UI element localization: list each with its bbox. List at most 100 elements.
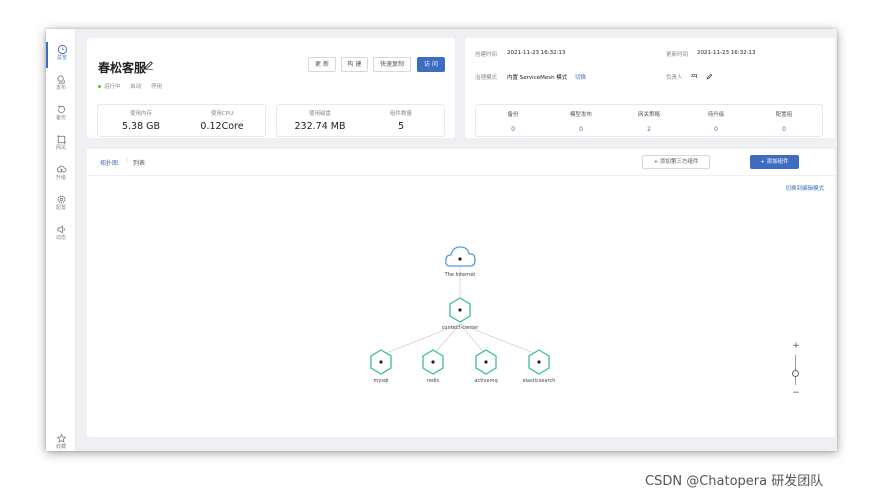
node-label: mysql — [374, 378, 389, 384]
status-running: 运行中 — [98, 84, 121, 90]
backup-icon — [57, 105, 65, 113]
publish-icon — [56, 75, 65, 84]
edit-owner-icon[interactable] — [706, 73, 713, 80]
sidebar-item-config[interactable]: 配置 — [46, 192, 76, 218]
stat-value: 5 — [397, 121, 405, 132]
stat-value: 0 — [511, 126, 515, 133]
stat-label: 使用CPU — [210, 111, 234, 117]
stat-value: 232.74 MB — [294, 121, 346, 132]
node-label: elasticsearch — [523, 378, 556, 384]
governance-switch-link[interactable]: 切换 — [575, 73, 586, 81]
status-dot — [98, 85, 101, 88]
dashboard-icon — [57, 44, 67, 55]
meta-stats: 备份 0 模型发布 0 网关策略 2 待升级 0 配置组 0 — [475, 104, 823, 137]
meta-stat-pending-upgrade[interactable]: 待升级 0 — [681, 110, 751, 133]
sidebar-item-label: 收藏 — [55, 444, 66, 450]
app-meta-card: 创建时间 2021-11-23 16:32:13 更新时间 2021-11-23… — [465, 38, 835, 138]
stat-value: 2 — [647, 126, 651, 133]
sidebar-item-publish[interactable]: 发布 — [46, 72, 76, 98]
node-contact-center[interactable]: contact-center — [442, 297, 480, 331]
topology-card: 拓扑图 / 列表 + 添加第三方组件 + 添加组件 切换到编辑模式 The In… — [87, 149, 835, 437]
meta-stat-gateway-policy[interactable]: 网关策略 2 — [614, 110, 684, 133]
node-elasticsearch[interactable]: elasticsearch — [523, 349, 556, 384]
created-time-label: 创建时间 — [475, 52, 498, 58]
node-label: contact-center — [442, 325, 480, 331]
config-icon — [57, 195, 65, 204]
sidebar-item-favorites[interactable]: 收藏 — [46, 431, 76, 451]
zoom-in-button[interactable]: + — [787, 341, 805, 351]
topology-graph: The Internet contact-center mysql redis — [370, 246, 556, 384]
app-summary-card: 春松客服 更 新 构 建 快速复制 访 问 运行中 启动 停用 使用内存 5.3… — [87, 38, 455, 138]
visit-button[interactable]: 访 问 — [417, 57, 445, 72]
sidebar-item-label: 备份 — [55, 115, 66, 121]
app-window: 总览 发布 备份 网关 升级 配置 动态 收藏 春松客服 更 新 构 建 快速复… — [46, 29, 837, 451]
edit-name-icon[interactable] — [144, 60, 154, 70]
governance-value: 内置 ServiceMesh 模式 — [507, 75, 568, 81]
sidebar-item-upgrade[interactable]: 升级 — [46, 162, 76, 188]
node-label: The Internet — [444, 272, 476, 278]
stat-label: 待升级 — [707, 112, 725, 118]
sidebar: 总览 发布 备份 网关 升级 配置 动态 收藏 — [46, 29, 76, 451]
node-dot — [458, 308, 462, 312]
stop-link[interactable]: 停用 — [151, 84, 162, 90]
owner-label: 负责人 — [666, 75, 683, 81]
stat-value: 0 — [714, 126, 718, 133]
sidebar-item-gateway[interactable]: 网关 — [46, 132, 76, 158]
sidebar-item-backup[interactable]: 备份 — [46, 102, 76, 128]
node-dot — [379, 360, 383, 364]
cloud-icon — [445, 246, 476, 267]
memory-stat: 使用内存 5.38 GB — [101, 109, 181, 132]
sidebar-item-overview[interactable]: 总览 — [46, 42, 76, 68]
stat-label: 备份 — [507, 112, 519, 118]
star-icon — [56, 433, 66, 443]
watermark: CSDN @Chatopera 研发团队 — [645, 474, 824, 489]
node-dot — [458, 257, 462, 261]
stat-value: 5.38 GB — [121, 121, 161, 132]
zoom-control: + − — [787, 341, 805, 401]
gateway-icon — [56, 135, 66, 144]
node-mysql[interactable]: mysql — [370, 349, 392, 384]
zoom-out-button[interactable]: − — [787, 388, 805, 398]
sidebar-item-activity[interactable]: 动态 — [46, 222, 76, 248]
sidebar-item-label: 发布 — [55, 85, 66, 91]
resource-stats-right: 使用磁盘 232.74 MB 组件数量 5 — [276, 104, 445, 137]
node-internet[interactable]: The Internet — [444, 246, 476, 278]
component-count-stat: 组件数量 5 — [361, 109, 441, 132]
build-button[interactable]: 构 建 — [341, 57, 368, 72]
status-row: 运行中 启动 停用 — [98, 82, 170, 90]
stat-label: 网关策略 — [637, 112, 660, 118]
meta-stat-config-group[interactable]: 配置组 0 — [749, 110, 819, 133]
node-redis[interactable]: redis — [422, 349, 444, 384]
node-activemq[interactable]: activemq — [474, 349, 498, 384]
app-title: 春松客服 — [98, 61, 147, 75]
stat-value: 0.12Core — [200, 121, 244, 132]
zoom-slider-handle[interactable] — [792, 369, 799, 377]
stat-value: 0 — [579, 126, 583, 133]
activity-icon — [56, 225, 65, 234]
meta-stat-backup[interactable]: 备份 0 — [478, 110, 548, 133]
start-link[interactable]: 启动 — [130, 84, 141, 90]
governance-label: 治理模式 — [475, 75, 498, 81]
node-dot — [537, 360, 541, 364]
sidebar-item-label: 动态 — [55, 235, 66, 241]
sidebar-item-label: 总览 — [56, 55, 67, 61]
sidebar-item-label: 网关 — [55, 145, 66, 151]
node-label: redis — [427, 378, 440, 384]
meta-stat-model-publish[interactable]: 模型发布 0 — [546, 110, 616, 133]
stat-label: 使用内存 — [129, 111, 152, 117]
node-dot — [431, 360, 435, 364]
disk-stat: 使用磁盘 232.74 MB — [280, 109, 360, 132]
node-label: activemq — [474, 378, 497, 384]
updated-time-label: 更新时间 — [666, 52, 689, 58]
resource-stats-left: 使用内存 5.38 GB 使用CPU 0.12Core — [97, 104, 266, 137]
sidebar-item-label: 配置 — [55, 205, 66, 211]
sidebar-item-label: 升级 — [55, 175, 66, 181]
stat-value: 0 — [782, 126, 786, 133]
quick-copy-button[interactable]: 快速复制 — [373, 57, 411, 72]
stat-label: 使用磁盘 — [308, 111, 331, 117]
updated-time-value: 2021-11-23 16:32:13 — [697, 50, 756, 56]
created-time-value: 2021-11-23 16:32:13 — [507, 50, 566, 56]
update-button[interactable]: 更 新 — [308, 57, 336, 72]
upgrade-icon — [56, 165, 66, 173]
stat-label: 模型发布 — [569, 112, 592, 118]
